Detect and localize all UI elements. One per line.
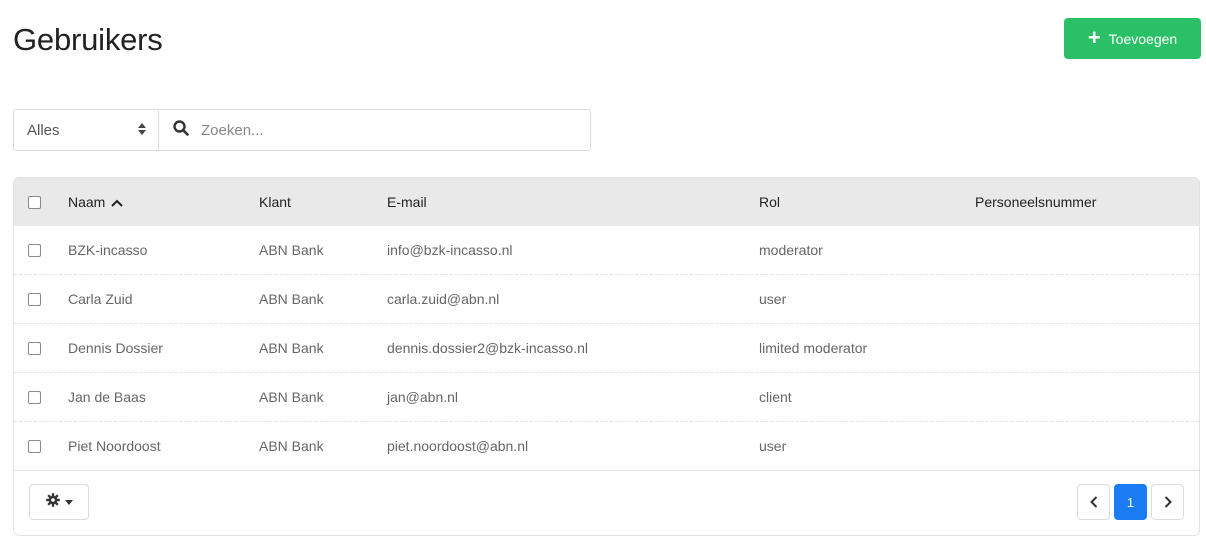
- column-header-rol[interactable]: Rol: [759, 194, 780, 210]
- column-header-email[interactable]: E-mail: [387, 194, 427, 210]
- table-row[interactable]: BZK-incasso ABN Bank info@bzk-incasso.nl…: [14, 226, 1199, 275]
- select-all-checkbox[interactable]: [28, 195, 41, 209]
- table-header: Naam Klant E-mail Rol Personeelsnummer: [14, 178, 1199, 226]
- cell-client: ABN Bank: [259, 389, 324, 405]
- pagination: 1: [1077, 484, 1184, 520]
- cell-role: limited moderator: [759, 340, 868, 356]
- add-user-button[interactable]: + Toevoegen: [1064, 18, 1201, 59]
- users-table: Naam Klant E-mail Rol Personeelsnummer B…: [13, 177, 1200, 536]
- sort-updown-icon: [138, 122, 146, 138]
- table-footer: 1: [14, 469, 1199, 535]
- cell-email: dennis.dossier2@bzk-incasso.nl: [387, 340, 588, 356]
- cell-email: piet.noordoost@abn.nl: [387, 438, 529, 454]
- gear-icon: [45, 492, 60, 512]
- row-checkbox[interactable]: [28, 243, 41, 257]
- cell-role: moderator: [759, 242, 823, 258]
- search-icon: [173, 119, 189, 141]
- settings-menu-button[interactable]: [29, 484, 89, 520]
- page-button-current[interactable]: 1: [1114, 484, 1147, 520]
- table-row[interactable]: Dennis Dossier ABN Bank dennis.dossier2@…: [14, 324, 1199, 373]
- filter-select[interactable]: Alles: [14, 110, 159, 150]
- row-checkbox[interactable]: [28, 439, 41, 453]
- cell-name: Piet Noordoost: [68, 438, 161, 454]
- cell-client: ABN Bank: [259, 438, 324, 454]
- table-row[interactable]: Piet Noordoost ABN Bank piet.noordoost@a…: [14, 422, 1199, 471]
- cell-name: Carla Zuid: [68, 291, 133, 307]
- column-header-naam[interactable]: Naam: [68, 194, 124, 210]
- search-wrap: [159, 110, 590, 150]
- row-checkbox[interactable]: [28, 341, 41, 355]
- page-title: Gebruikers: [13, 22, 163, 57]
- search-input[interactable]: [201, 121, 561, 139]
- column-header-klant[interactable]: Klant: [259, 194, 291, 210]
- cell-role: user: [759, 438, 787, 454]
- table-row[interactable]: Jan de Baas ABN Bank jan@abn.nl client: [14, 373, 1199, 422]
- cell-name: Jan de Baas: [68, 389, 146, 405]
- cell-role: user: [759, 291, 787, 307]
- plus-icon: +: [1087, 24, 1101, 50]
- cell-client: ABN Bank: [259, 242, 324, 258]
- row-checkbox[interactable]: [28, 292, 41, 306]
- filter-select-value: Alles: [27, 121, 60, 139]
- chevron-right-icon: [1164, 496, 1172, 508]
- cell-client: ABN Bank: [259, 291, 324, 307]
- cell-name: BZK-incasso: [68, 242, 148, 258]
- cell-email: jan@abn.nl: [387, 389, 459, 405]
- caret-down-icon: [64, 497, 73, 507]
- cell-email: info@bzk-incasso.nl: [387, 242, 513, 258]
- cell-email: carla.zuid@abn.nl: [387, 291, 500, 307]
- previous-page-button[interactable]: [1077, 484, 1110, 520]
- filter-bar: Alles: [13, 109, 591, 151]
- chevron-left-icon: [1089, 496, 1097, 508]
- column-header-personeelsnummer[interactable]: Personeelsnummer: [975, 194, 1096, 210]
- table-row[interactable]: Carla Zuid ABN Bank carla.zuid@abn.nl us…: [14, 275, 1199, 324]
- cell-client: ABN Bank: [259, 340, 324, 356]
- cell-role: client: [759, 389, 792, 405]
- sort-ascending-icon: [111, 198, 124, 210]
- add-user-button-label: Toevoegen: [1108, 30, 1178, 47]
- next-page-button[interactable]: [1151, 484, 1184, 520]
- cell-name: Dennis Dossier: [68, 340, 163, 356]
- row-checkbox[interactable]: [28, 390, 41, 404]
